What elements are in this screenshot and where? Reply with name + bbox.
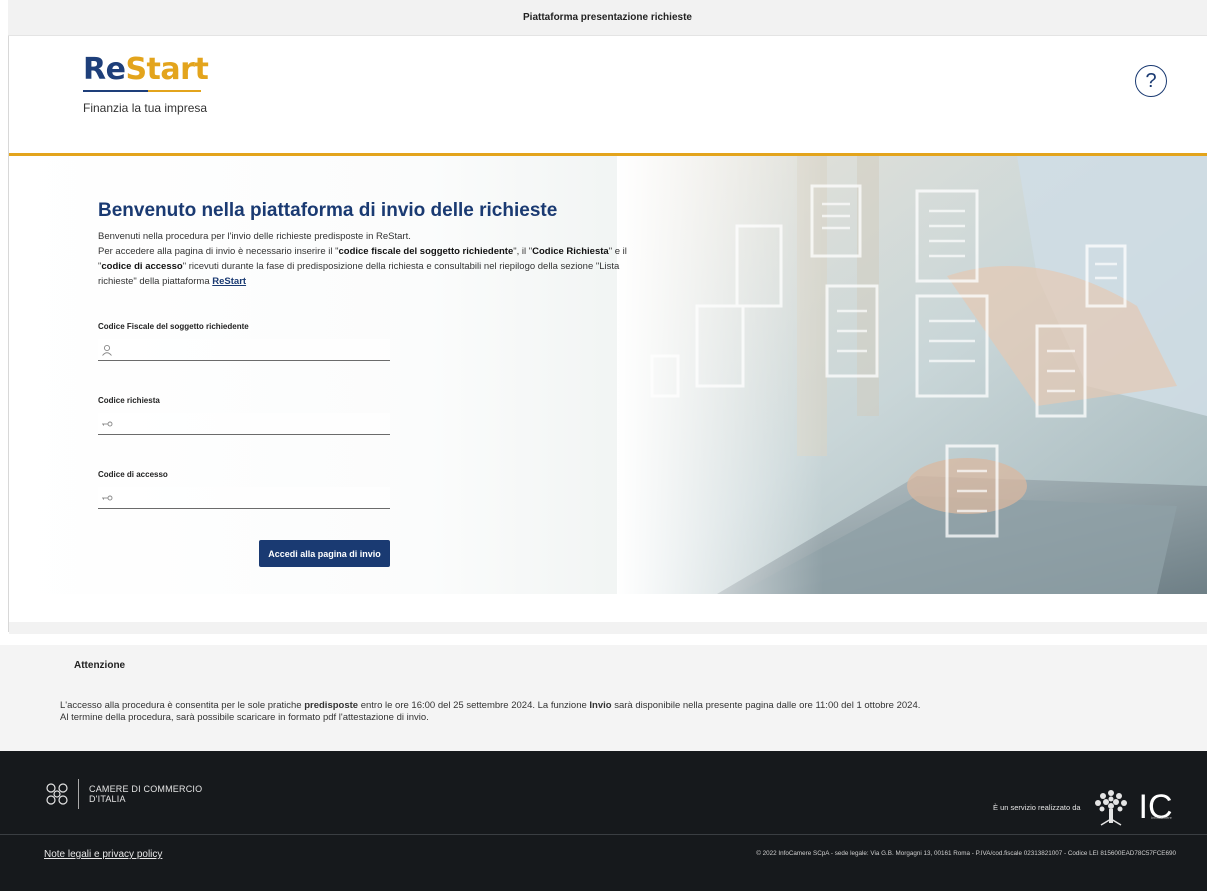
user-icon [102,344,112,356]
codice-richiesta-input[interactable] [98,413,390,435]
intro-text: Benvenuti nella procedura per l'invio de… [98,231,627,287]
help-icon[interactable]: ? [1135,65,1167,97]
notice-section: Attenzione L'accesso alla procedura è co… [0,645,1207,751]
codice-richiesta-label: Codice richiesta [98,396,160,405]
hero-illustration [617,156,1207,594]
tree-icon [1094,790,1127,826]
codice-accesso-input[interactable] [98,487,390,509]
codice-fiscale-field: Codice Fiscale del soggetto richiedente [98,322,390,361]
logo-underline [83,90,201,92]
copyright-text: © 2022 InfoCamere SCpA - sede legale: Vi… [756,850,1176,857]
logo-start: Start [125,52,209,87]
welcome-content: Benvenuto nella piattaforma di invio del… [98,200,658,289]
page-title: Benvenuto nella piattaforma di invio del… [98,200,558,221]
restart-logo[interactable]: ReStart Finanzia la tua impresa [83,52,209,115]
codice-fiscale-label: Codice Fiscale del soggetto richiedente [98,322,249,331]
logo-re: Re [83,52,126,87]
legal-privacy-link[interactable]: Note legali e privacy policy [44,849,162,860]
codice-accesso-label: Codice di accesso [98,470,168,479]
service-credit: È un servizio realizzato da IC [993,785,1173,829]
section-divider [9,622,1207,634]
codice-fiscale-input[interactable] [98,339,390,361]
footer: CAMERE DI COMMERCIO D'ITALIA È un serviz… [0,751,1207,891]
key-icon [102,495,113,501]
hero-section: Benvenuto nella piattaforma di invio del… [9,156,1207,594]
codice-accesso-field: Codice di accesso [98,470,390,509]
codice-richiesta-field: Codice richiesta [98,396,390,435]
restart-link[interactable]: ReStart [212,276,246,287]
notice-title: Attenzione [74,660,126,671]
logo-tagline: Finanzia la tua impresa [83,101,208,115]
infocamere-caption: InfoCamere [1151,815,1172,820]
key-icon [102,421,113,427]
camere-commercio-logo[interactable]: CAMERE DI COMMERCIO D'ITALIA [44,779,202,809]
submit-button[interactable]: Accedi alla pagina di invio [259,540,390,567]
platform-title: Piattaforma presentazione richieste [523,12,692,23]
notice-body: L'accesso alla procedura è consentita pe… [60,700,921,723]
top-bar: Piattaforma presentazione richieste [8,0,1207,36]
service-text: È un servizio realizzato da [993,802,1081,812]
header: ReStart Finanzia la tua impresa ? [9,37,1207,153]
camere-commercio-icon [46,783,68,805]
footer-divider [0,834,1207,835]
